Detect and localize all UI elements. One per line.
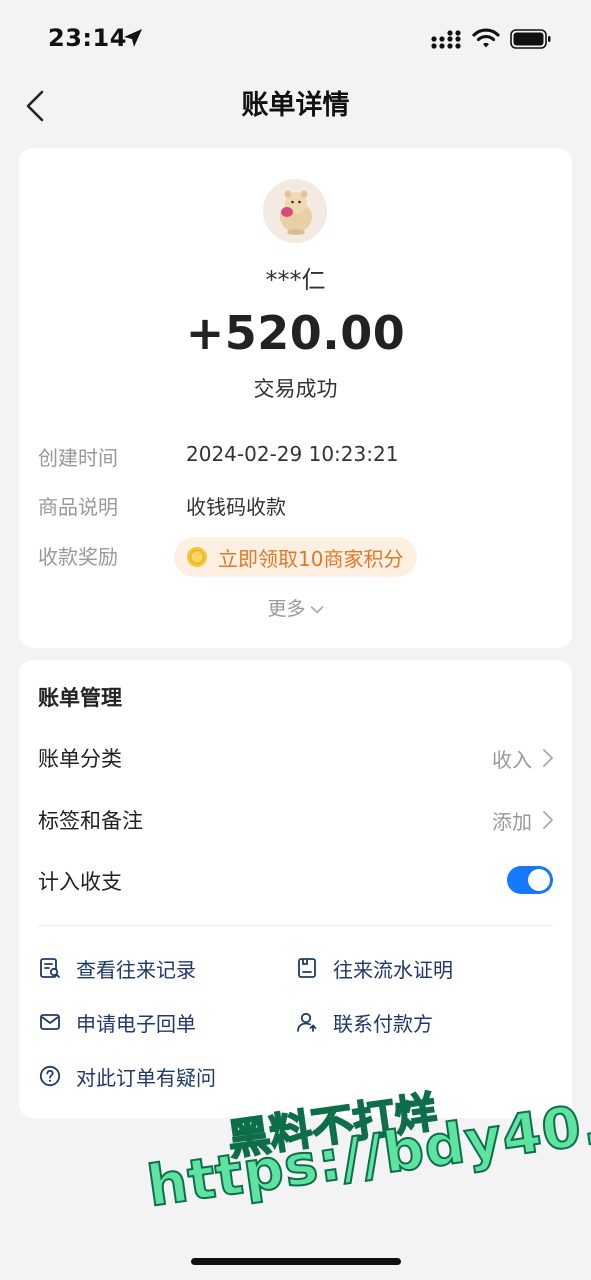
transaction-card: ***仁 +520.00 交易成功 创建时间 2024-02-29 10:23:… — [19, 148, 572, 648]
battery-icon — [510, 29, 551, 49]
reward-text: 立即领取10商家积分 — [218, 546, 404, 571]
statement-doc-icon — [298, 958, 316, 978]
home-indicator[interactable] — [191, 1258, 401, 1265]
hamster-avatar-icon — [263, 179, 327, 243]
toggle-knob — [528, 869, 550, 891]
coin-icon — [187, 547, 207, 567]
section-title: 账单管理 — [38, 686, 122, 710]
statement-proof-link[interactable]: 往来流水证明 — [295, 951, 453, 985]
transaction-status: 交易成功 — [253, 377, 338, 401]
detail-value-product-desc: 收钱码收款 — [186, 495, 286, 519]
records-search-icon — [40, 958, 60, 978]
more-label: 更多 — [267, 598, 306, 620]
action-label: 往来流水证明 — [333, 957, 453, 982]
row-value: 收入 — [492, 748, 532, 772]
row-label: 账单分类 — [38, 747, 122, 771]
contact-payer-link[interactable]: 联系付款方 — [295, 1005, 433, 1039]
contact-user-icon — [297, 1012, 317, 1032]
row-value: 添加 — [492, 810, 532, 834]
divider — [38, 925, 553, 926]
view-records-link[interactable]: 查看往来记录 — [38, 951, 196, 985]
row-tags-notes[interactable]: 标签和备注 添加 — [19, 791, 572, 847]
include-stats-toggle[interactable] — [507, 866, 553, 894]
detail-label-created-time: 创建时间 — [38, 446, 118, 470]
order-question-link[interactable]: 对此订单有疑问 — [38, 1059, 216, 1093]
detail-label-product-desc: 商品说明 — [38, 495, 118, 519]
action-label: 申请电子回单 — [76, 1011, 196, 1036]
action-label: 对此订单有疑问 — [76, 1065, 216, 1090]
avatar[interactable] — [263, 179, 327, 243]
location-arrow-icon — [124, 29, 142, 47]
cellular-signal-icon — [431, 30, 461, 49]
payer-name: ***仁 — [265, 266, 326, 294]
mail-icon — [40, 1014, 60, 1030]
question-circle-icon — [39, 1065, 61, 1087]
page-title: 账单详情 — [241, 90, 350, 121]
status-time: 23:14 — [48, 24, 127, 52]
row-label: 标签和备注 — [38, 809, 143, 833]
chevron-right-icon — [543, 811, 553, 829]
status-bar: 23:14 — [0, 0, 591, 80]
claim-reward-button[interactable]: 立即领取10商家积分 — [174, 537, 418, 577]
chevron-down-icon — [310, 605, 323, 614]
wifi-icon — [472, 28, 500, 48]
action-label: 查看往来记录 — [76, 957, 196, 982]
request-receipt-link[interactable]: 申请电子回单 — [38, 1005, 196, 1039]
row-label: 计入收支 — [38, 870, 122, 894]
transaction-amount: +520.00 — [185, 306, 406, 360]
bill-management-card: 账单管理 账单分类 收入 标签和备注 添加 计入收支 查看往来记录 往来流水证明 — [19, 660, 572, 1118]
row-bill-category[interactable]: 账单分类 收入 — [19, 729, 572, 785]
detail-value-created-time: 2024-02-29 10:23:21 — [186, 442, 399, 466]
action-label: 联系付款方 — [333, 1011, 433, 1036]
more-toggle[interactable]: 更多 — [19, 594, 572, 621]
row-include-in-stats: 计入收支 — [19, 852, 572, 908]
chevron-right-icon — [543, 749, 553, 767]
detail-label-reward: 收款奖励 — [38, 545, 118, 569]
